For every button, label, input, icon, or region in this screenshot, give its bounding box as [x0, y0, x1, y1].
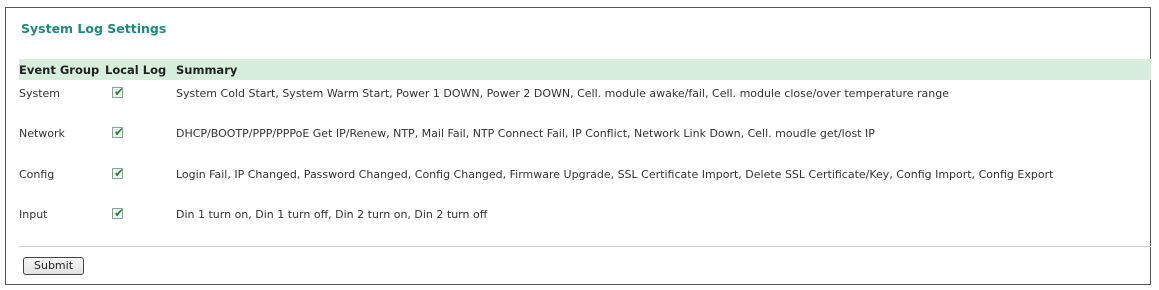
- summary-text: System Cold Start, System Warm Start, Po…: [176, 87, 949, 100]
- divider: [19, 246, 1151, 247]
- table-row-system: System ✔ System Cold Start, System Warm …: [19, 84, 1151, 104]
- column-header-summary: Summary: [176, 63, 238, 77]
- system-log-settings-panel: System Log Settings Event Group Local Lo…: [5, 7, 1151, 285]
- event-group-label: Network: [19, 127, 65, 140]
- checkmark-icon: ✔: [114, 85, 125, 99]
- column-header-event-group: Event Group: [19, 63, 100, 77]
- checkmark-icon: ✔: [114, 125, 125, 139]
- table-row-network: Network ✔ DHCP/BOOTP/PPP/PPPoE Get IP/Re…: [19, 124, 1151, 144]
- local-log-checkbox-network[interactable]: ✔: [112, 125, 125, 139]
- submit-button[interactable]: Submit: [23, 257, 85, 275]
- event-group-label: Config: [19, 168, 55, 181]
- local-log-checkbox-system[interactable]: ✔: [112, 85, 125, 99]
- event-group-label: System: [19, 87, 61, 100]
- summary-text: Din 1 turn on, Din 1 turn off, Din 2 tur…: [176, 208, 488, 221]
- summary-text: DHCP/BOOTP/PPP/PPPoE Get IP/Renew, NTP, …: [176, 127, 875, 140]
- table-row-config: Config ✔ Login Fail, IP Changed, Passwor…: [19, 165, 1151, 185]
- local-log-checkbox-config[interactable]: ✔: [112, 166, 125, 180]
- checkmark-icon: ✔: [114, 206, 125, 220]
- page-title: System Log Settings: [21, 21, 167, 36]
- table-row-input: Input ✔ Din 1 turn on, Din 1 turn off, D…: [19, 205, 1151, 225]
- column-header-local-log: Local Log: [105, 63, 167, 77]
- table-header: Event Group Local Log Summary: [19, 59, 1151, 80]
- event-group-label: Input: [19, 208, 48, 221]
- checkmark-icon: ✔: [114, 166, 125, 180]
- local-log-checkbox-input[interactable]: ✔: [112, 206, 125, 220]
- summary-text: Login Fail, IP Changed, Password Changed…: [176, 168, 1054, 181]
